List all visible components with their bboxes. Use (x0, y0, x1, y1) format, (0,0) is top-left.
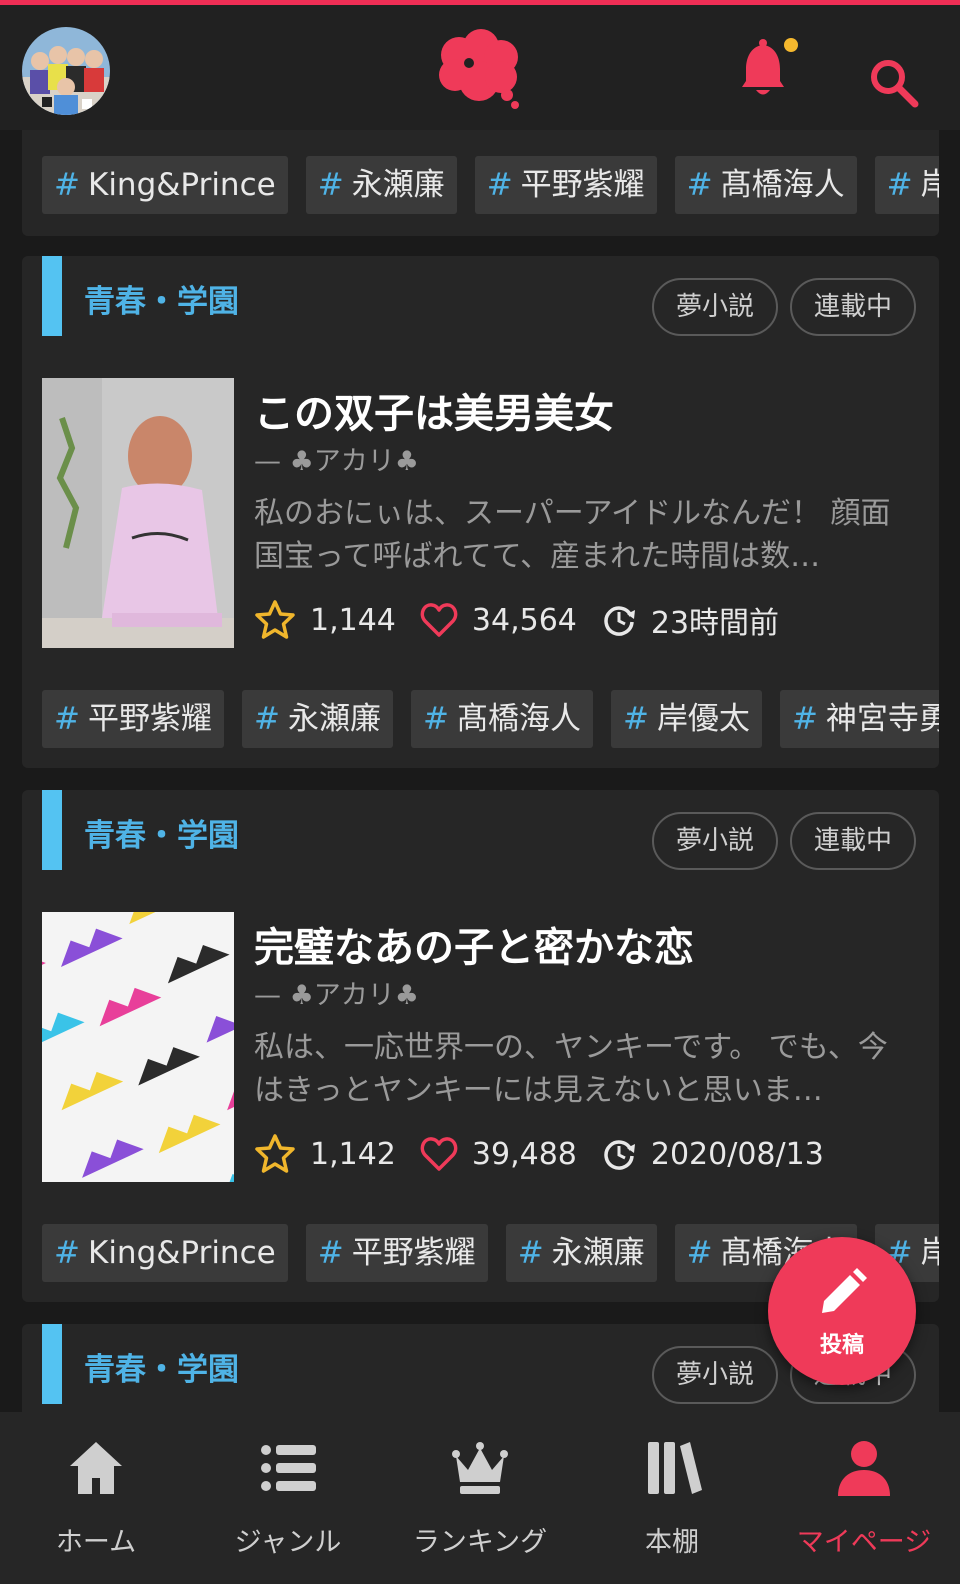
story-cover-image[interactable] (42, 378, 234, 648)
genre-label[interactable]: 青春・学園 (84, 810, 239, 855)
nav-home[interactable]: ホーム (0, 1412, 192, 1584)
post-button[interactable]: 投稿 (768, 1237, 916, 1385)
tag-chip[interactable]: # 神宮寺勇 (779, 690, 939, 748)
person-icon (838, 1441, 890, 1496)
tag-chip[interactable]: # 永瀬廉 (241, 690, 393, 748)
nav-label: ランキング (412, 1527, 548, 1558)
tag-chip[interactable]: # King&Prince (42, 1224, 288, 1282)
star-count: 1,142 (310, 1136, 396, 1172)
tag-chip[interactable]: # 髙橋海人 (410, 690, 593, 748)
nav-bookshelf[interactable]: 本棚 (576, 1412, 768, 1584)
story-description: 私のおにぃは、スーパーアイドルなんだ！ 顔面国宝って呼ばれてて、産まれた時間は数… (254, 496, 891, 574)
nav-label: 本棚 (645, 1527, 699, 1558)
search-icon[interactable] (868, 57, 920, 109)
tag-row: # 平野紫耀 # 永瀬廉 # 髙橋海人 # 岸優太 # 神宮寺勇 (42, 690, 939, 748)
star-icon (255, 1134, 295, 1173)
tag-row: #King&Prince #永瀬廉 #平野紫耀 #髙橋海人 #岸優 (42, 156, 939, 214)
story-card[interactable]: 青春・学園 夢小説 連載中 (22, 790, 939, 1302)
tag-chip[interactable]: # 永瀬廉 (505, 1224, 657, 1282)
genre-accent-bar (42, 256, 62, 336)
tag-chip[interactable]: # 岸優太 (610, 690, 762, 748)
tag-chip[interactable]: #岸優 (874, 156, 939, 214)
clock-refresh-icon (604, 606, 635, 636)
feed-list[interactable]: #King&Prince #永瀬廉 #平野紫耀 #髙橋海人 #岸優 青春・学園 夢小説 … (0, 130, 960, 1412)
updated-time: 2020/08/13 (650, 1136, 824, 1172)
nav-label: マイページ (796, 1527, 932, 1558)
bookshelf-icon (648, 1442, 702, 1494)
card-tag-strip: #King&Prince #永瀬廉 #平野紫耀 #髙橋海人 #岸優 (22, 130, 939, 236)
clock-refresh-icon (604, 1140, 635, 1170)
speech-bubble-logo-icon[interactable] (435, 27, 525, 113)
author-name[interactable]: — ♣アカリ♣ (254, 439, 419, 478)
genre-accent-bar (42, 790, 62, 870)
bottom-navigation: ホーム ジャンル ランキング 本棚 マイページ (0, 1412, 960, 1584)
story-stats: 1,144 34,564 23時間前 (254, 596, 803, 644)
tag-chip[interactable]: # 永瀬廉 (305, 156, 457, 214)
genre-accent-bar (42, 1324, 62, 1404)
story-cover-image[interactable] (42, 912, 234, 1182)
pencil-icon (822, 1268, 867, 1313)
nav-label: ホーム (55, 1527, 137, 1558)
genre-label[interactable]: 青春・学園 (84, 1344, 239, 1389)
bell-icon[interactable] (740, 37, 798, 99)
story-card[interactable]: 青春・学園 夢小説 連載中 この双子は美男美女 — ♣アカリ♣ 私のおにぃは、ス… (22, 256, 939, 768)
nav-ranking[interactable]: ランキング (384, 1412, 576, 1584)
star-count: 1,144 (310, 602, 396, 638)
nav-mypage[interactable]: マイページ (768, 1412, 960, 1584)
status-badge: 連載中 (790, 278, 916, 336)
home-icon (70, 1442, 122, 1494)
author-name[interactable]: — ♣アカリ♣ (254, 973, 419, 1012)
avatar[interactable] (22, 27, 110, 115)
tag-chip[interactable]: # 平野紫耀 (305, 1224, 488, 1282)
updated-time: 23時間前 (650, 606, 780, 641)
tag-chip[interactable]: # 平野紫耀 (474, 156, 657, 214)
crown-icon (452, 1442, 508, 1494)
like-count: 34,564 (471, 602, 577, 638)
post-button-label: 投稿 (819, 1333, 864, 1358)
genre-label[interactable]: 青春・学園 (84, 276, 239, 321)
nav-genre[interactable]: ジャンル (192, 1412, 384, 1584)
heart-icon (420, 1137, 458, 1171)
list-icon (261, 1445, 316, 1491)
nav-label: ジャンル (234, 1527, 342, 1558)
story-description: 私は、一応世界一の、ヤンキーです。 でも、今はきっとヤンキーには見えないと思いま… (254, 1030, 888, 1108)
story-title[interactable]: 完璧なあの子と密かな恋 (254, 915, 694, 973)
story-title[interactable]: この双子は美男美女 (254, 381, 614, 439)
heart-icon (420, 603, 458, 637)
type-badge: 夢小説 (652, 278, 778, 336)
tag-chip[interactable]: # 髙橋海人 (674, 156, 857, 214)
like-count: 39,488 (471, 1136, 577, 1172)
status-badge: 連載中 (790, 812, 916, 870)
star-icon (255, 600, 295, 639)
story-stats: 1,142 39,488 2020/08/13 (254, 1130, 848, 1178)
tag-chip[interactable]: # King&Prince (42, 156, 288, 214)
type-badge: 夢小説 (652, 812, 778, 870)
app-header (0, 5, 960, 130)
tag-chip[interactable]: # 平野紫耀 (42, 690, 224, 748)
type-badge: 夢小説 (652, 1346, 778, 1404)
